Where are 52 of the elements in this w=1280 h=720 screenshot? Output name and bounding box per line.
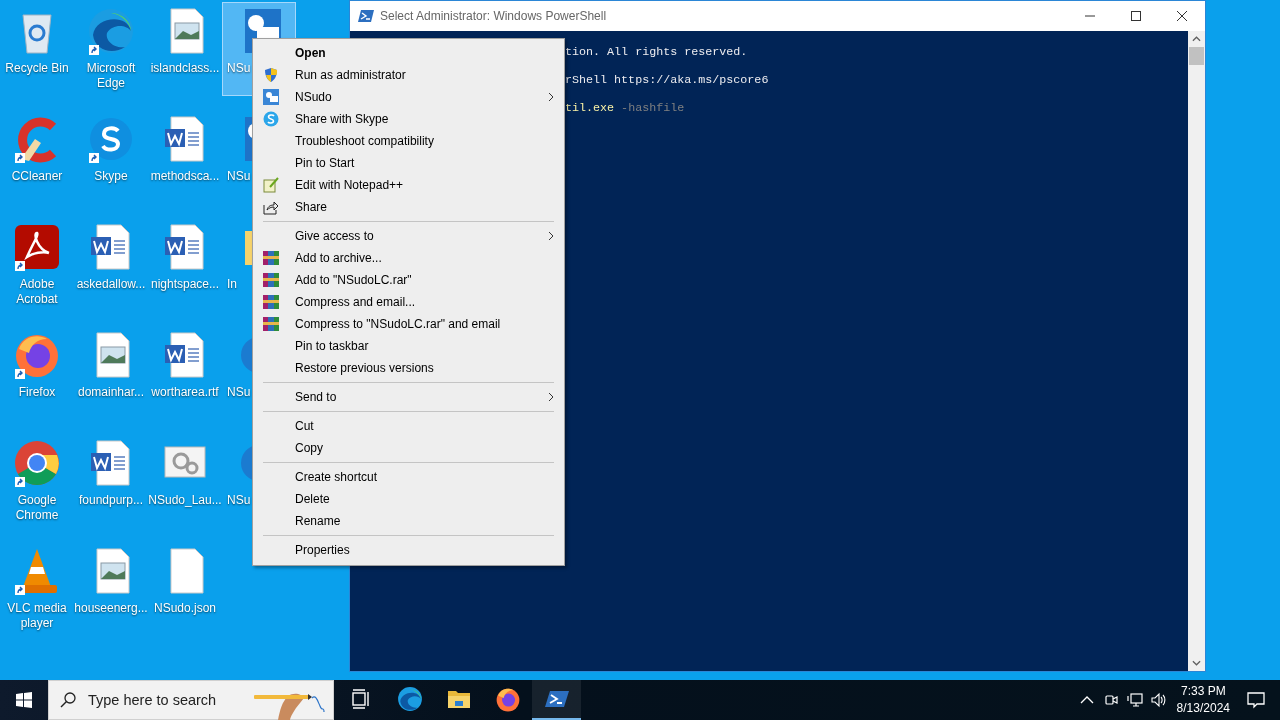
console-line: rShell https://aka.ms/pscore6 [565,73,769,87]
console-line: tion. All rights reserved. [565,45,748,59]
menu-item[interactable]: Rename [255,510,562,532]
menu-item[interactable]: Pin to Start [255,152,562,174]
icon-label: CCleaner [11,169,63,184]
icon-label: wortharea.rtf [151,385,219,400]
menu-item[interactable]: Give access to [255,225,562,247]
menu-item[interactable]: Add to archive... [255,247,562,269]
icon-label: Google Chrome [14,493,60,523]
clock-date[interactable]: 8/13/2024 [1176,700,1230,717]
window-title: Select Administrator: Windows PowerShell [380,9,608,23]
icon-label: Skype [94,169,128,184]
menu-item[interactable]: Properties [255,539,562,561]
icon-label: Firefox [18,385,56,400]
menu-item[interactable]: Compress to "NSudoLC.rar" and email [255,313,562,335]
clock-time[interactable]: 7:33 PM [1180,683,1226,700]
icon-label: NSu [226,385,251,400]
icon-label: domainhar... [77,385,144,400]
menu-item[interactable]: Add to "NSudoLC.rar" [255,269,562,291]
icon-label: NSudo.json [153,601,216,616]
menu-item[interactable]: Edit with Notepad++ [255,174,562,196]
icon-label: NSu [226,61,251,76]
search-field[interactable]: Type here to search [48,680,334,720]
menu-item[interactable]: Open [255,42,562,64]
menu-item[interactable]: Delete [255,488,562,510]
menu-item[interactable]: Compress and email... [255,291,562,313]
menu-item[interactable]: Troubleshoot compatibility [255,130,562,152]
menu-item[interactable]: Send to [255,386,562,408]
icon-label: NSu [226,493,251,508]
menu-item[interactable]: NSudo [255,86,562,108]
menu-item[interactable]: Restore previous versions [255,357,562,379]
menu-item[interactable]: Run as administrator [255,64,562,86]
icon-label: VLC media player [6,601,68,631]
menu-item[interactable]: Create shortcut [255,466,562,488]
icon-label: In [226,277,237,292]
menu-item[interactable]: Share with Skype [255,108,562,130]
menu-item[interactable]: Pin to taskbar [255,335,562,357]
icon-label: Recycle Bin [5,61,69,76]
icon-label: NSu [226,169,251,184]
icon-label: Adobe Acrobat [15,277,59,307]
icon-label: islandclass... [150,61,220,76]
icon-label: methodsca... [150,169,220,184]
icon-label: askedallow... [76,277,146,292]
icon-label: nightspace... [150,277,219,292]
menu-item[interactable]: Cut [255,415,562,437]
icon-label: houseenerg... [74,601,148,616]
menu-item[interactable]: Copy [255,437,562,459]
icon-label: foundpurp... [78,493,144,508]
icon-label: Microsoft Edge [85,61,137,91]
icon-label: NSudo_Lau... [148,493,222,508]
menu-item[interactable]: Share [255,196,562,218]
console-line: til.exe -hashfile [565,101,685,115]
